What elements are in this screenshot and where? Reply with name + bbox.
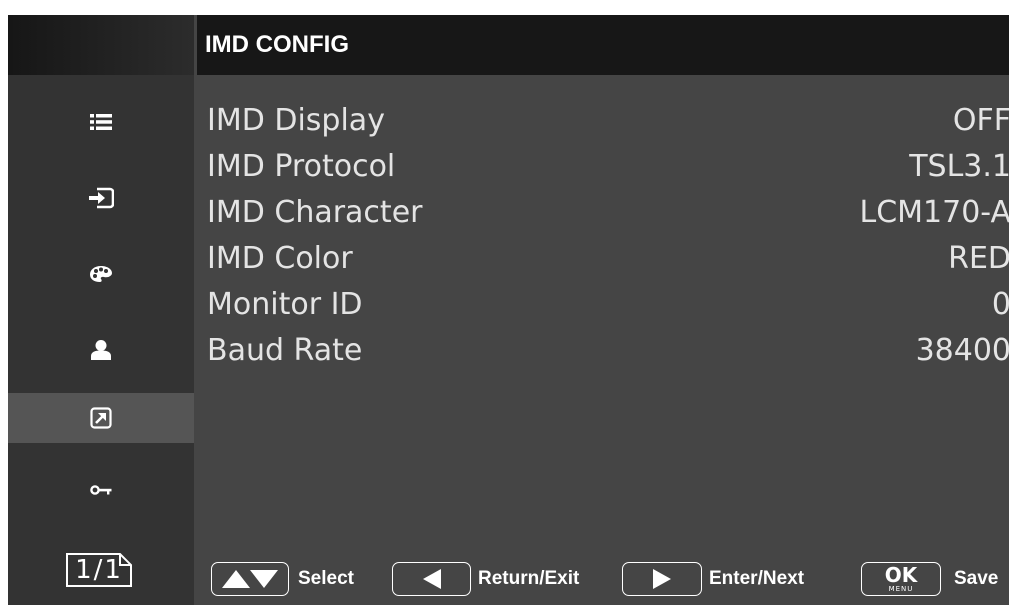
- select-label: Select: [298, 568, 354, 589]
- settings-list: IMD Display OFF IMD Protocol TSL3.1 IMD …: [207, 98, 1009, 374]
- ok-menu-icon: OK MENU: [885, 565, 918, 594]
- setting-value[interactable]: 38400: [916, 328, 1009, 374]
- key-icon: [90, 485, 112, 495]
- page-number: 1/1: [75, 555, 123, 585]
- shortcut-icon: [90, 407, 112, 429]
- setting-label: IMD Color: [207, 241, 353, 276]
- sidebar-item-color[interactable]: [8, 249, 194, 299]
- setting-label: IMD Display: [207, 103, 385, 138]
- up-down-arrows-icon: [222, 570, 278, 588]
- setting-row-imd-color[interactable]: IMD Color RED: [207, 236, 1009, 282]
- page-indicator: 1/1: [65, 552, 133, 588]
- footer-hints: Select Return/Exit Enter/Next OK MENU Sa…: [197, 550, 1009, 605]
- setting-value[interactable]: RED: [948, 236, 1009, 282]
- return-button[interactable]: [392, 562, 471, 596]
- enter-button[interactable]: [622, 562, 702, 596]
- sidebar-item-input[interactable]: [8, 173, 194, 223]
- sidebar: 1/1: [8, 15, 194, 605]
- setting-row-imd-character[interactable]: IMD Character LCM170-A: [207, 190, 1009, 236]
- setting-label: IMD Protocol: [207, 149, 396, 184]
- setting-label: IMD Character: [207, 195, 423, 230]
- list-icon: [90, 114, 112, 130]
- setting-label: Baud Rate: [207, 333, 363, 368]
- setting-value[interactable]: TSL3.1: [909, 144, 1009, 190]
- sidebar-item-user[interactable]: [8, 325, 194, 375]
- save-label: Save: [954, 568, 999, 589]
- header-bar: IMD CONFIG: [197, 15, 1009, 75]
- setting-value[interactable]: LCM170-A: [860, 190, 1009, 236]
- sidebar-header: [8, 15, 194, 75]
- monitor-osd-screen: 1/1 IMD CONFIG IMD Display OFF IMD Proto…: [8, 15, 1009, 605]
- input-source-icon: [89, 187, 114, 209]
- setting-row-imd-display[interactable]: IMD Display OFF: [207, 98, 1009, 144]
- return-label: Return/Exit: [478, 568, 580, 589]
- enter-label: Enter/Next: [709, 568, 805, 589]
- sidebar-item-key[interactable]: [8, 465, 194, 515]
- menu-text: MENU: [888, 584, 914, 593]
- page-title: IMD CONFIG: [205, 31, 349, 58]
- user-icon: [91, 340, 111, 360]
- color-palette-icon: [90, 266, 112, 282]
- sidebar-item-list[interactable]: [8, 97, 194, 147]
- sidebar-item-shortcut[interactable]: [8, 393, 194, 443]
- setting-value[interactable]: OFF: [953, 98, 1009, 144]
- save-button[interactable]: OK MENU: [861, 562, 941, 596]
- setting-row-monitor-id[interactable]: Monitor ID 0: [207, 282, 1009, 328]
- right-arrow-icon: [653, 569, 671, 589]
- setting-row-imd-protocol[interactable]: IMD Protocol TSL3.1: [207, 144, 1009, 190]
- setting-value[interactable]: 0: [992, 282, 1009, 328]
- select-button[interactable]: [211, 562, 289, 596]
- left-arrow-icon: [422, 569, 441, 589]
- setting-label: Monitor ID: [207, 287, 363, 322]
- ok-text: OK: [884, 562, 918, 587]
- setting-row-baud-rate[interactable]: Baud Rate 38400: [207, 328, 1009, 374]
